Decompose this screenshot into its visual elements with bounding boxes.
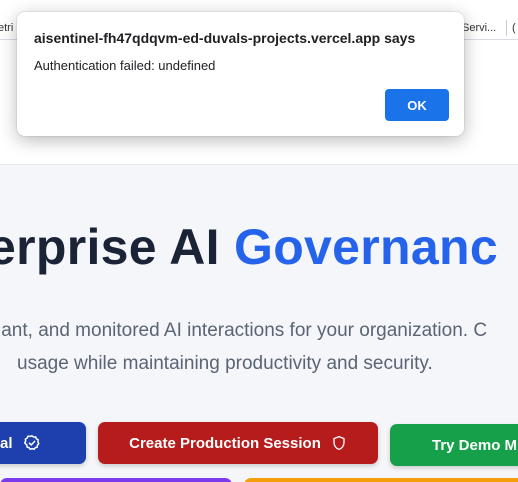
create-production-session-label: Create Production Session (129, 434, 321, 452)
page: etri Servi... ( erprise AI Governanc ian… (0, 0, 518, 482)
create-production-session-button[interactable]: Create Production Session (98, 422, 378, 464)
hero-title-accent: Governanc (234, 219, 498, 275)
blue-action-button[interactable]: al (0, 422, 86, 464)
dialog-title: aisentinel-fh47qdqvm-ed-duvals-projects.… (34, 30, 416, 46)
bookmark-item[interactable]: Servi... (462, 22, 496, 34)
try-demo-button[interactable]: Try Demo M (390, 424, 518, 466)
hero-title-start: erprise AI (0, 219, 235, 275)
hero-title: erprise AI Governanc (0, 218, 498, 276)
bookmarks-divider (506, 20, 507, 36)
hero-subtitle-line1: iant, and monitored AI interactions for … (0, 320, 488, 341)
ok-button[interactable]: OK (385, 89, 449, 121)
shield-icon (331, 434, 347, 452)
blue-action-label: al (0, 434, 13, 452)
try-demo-label: Try Demo M (432, 436, 518, 454)
bookmark-folder[interactable]: ( (512, 22, 516, 34)
dialog-message: Authentication failed: undefined (34, 58, 216, 73)
purple-action-button[interactable] (0, 478, 232, 482)
bookmark-item[interactable]: etri (0, 22, 13, 34)
alert-dialog: aisentinel-fh47qdqvm-ed-duvals-projects.… (17, 12, 464, 136)
orange-action-button[interactable] (244, 478, 518, 482)
check-badge-icon (23, 434, 41, 452)
hero-subtitle-line2: usage while maintaining productivity and… (17, 353, 433, 374)
